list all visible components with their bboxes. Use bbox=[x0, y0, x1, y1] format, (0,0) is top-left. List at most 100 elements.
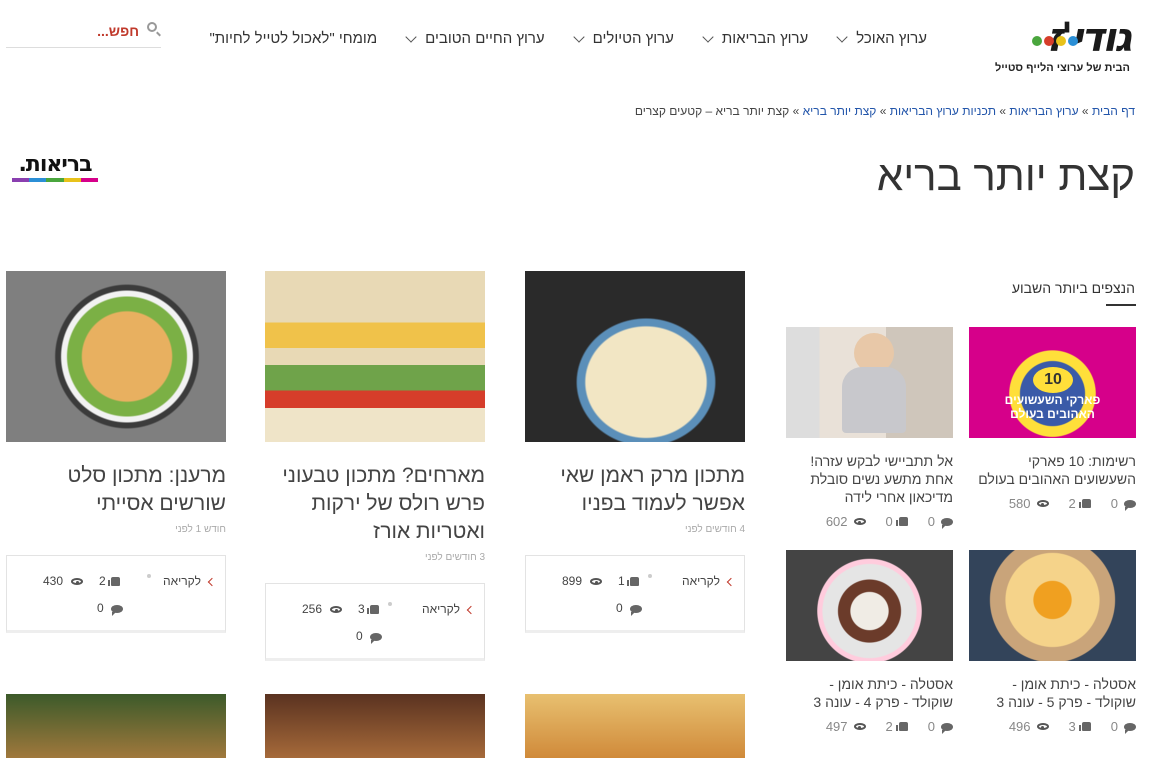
sidebar-item-image[interactable]: 10 פארקי השעשועים האהובים בעולם bbox=[969, 327, 1136, 438]
sidebar-item-image[interactable] bbox=[786, 327, 953, 438]
read-more-link[interactable]: לקריאה bbox=[422, 602, 476, 616]
site-logo[interactable]: גודי'ז הבית של ערוצי הלייף סטייל bbox=[995, 14, 1132, 74]
eye-icon bbox=[590, 578, 602, 585]
read-more-link[interactable]: לקריאה bbox=[682, 574, 736, 588]
thumbs-up-icon[interactable] bbox=[108, 577, 120, 586]
article-card[interactable]: מרענן: מתכון סלט שורשים אסייתי חודש 1 לפ… bbox=[6, 271, 226, 633]
sidebar-item-title[interactable]: רשימות: 10 פארקי השעשועים האהובים בעולם bbox=[969, 452, 1136, 488]
nav-item-experts[interactable]: מומחי "לאכול לטייל לחיות" bbox=[209, 30, 377, 47]
nav-item-label: ערוץ הבריאות bbox=[721, 30, 809, 47]
article-card[interactable]: מארחים? מתכון טבעוני פרש רולס של ירקות ו… bbox=[265, 271, 485, 661]
comments-count: 0 bbox=[927, 514, 935, 529]
sidebar-item-meta: 602 0 0 bbox=[786, 514, 953, 529]
thumbs-up-icon[interactable] bbox=[627, 577, 639, 586]
sidebar-item-title[interactable]: אסטלה - כיתת אומן - שוקולד - פרק 4 - עונ… bbox=[786, 675, 953, 711]
breadcrumb-sep: » bbox=[999, 104, 1007, 118]
comments-count: 0 bbox=[927, 719, 935, 734]
breadcrumb-show[interactable]: קצת יותר בריא bbox=[803, 104, 877, 118]
article-image[interactable] bbox=[525, 271, 745, 442]
logo-dots bbox=[1032, 36, 1078, 46]
breadcrumb-programs[interactable]: תכניות ערוץ הבריאות bbox=[890, 104, 996, 118]
thumbs-up-icon[interactable] bbox=[367, 605, 379, 614]
article-image[interactable] bbox=[265, 271, 485, 442]
main-nav: ערוץ האוכל ערוץ הבריאות ערוץ הטיולים ערו… bbox=[209, 30, 927, 47]
thumbs-up-icon[interactable] bbox=[895, 517, 908, 526]
likes-count: 3 bbox=[358, 602, 365, 616]
logo-tagline: הבית של ערוצי הלייף סטייל bbox=[994, 62, 1130, 74]
nav-item-food[interactable]: ערוץ האוכל bbox=[836, 30, 927, 47]
article-title[interactable]: מרענן: מתכון סלט שורשים אסייתי bbox=[6, 462, 226, 518]
breadcrumb: דף הבית » ערוץ הבריאות » תכניות ערוץ הבר… bbox=[635, 104, 1135, 118]
article-title[interactable]: מתכון מרק ראמן שאי אפשר לעמוד בפניו bbox=[525, 462, 745, 518]
eye-icon bbox=[71, 578, 83, 585]
thumbs-up-icon[interactable] bbox=[1078, 722, 1091, 731]
chevron-down-icon bbox=[702, 30, 714, 43]
article-date: חודש 1 לפני bbox=[175, 524, 226, 535]
breadcrumb-channel[interactable]: ערוץ הבריאות bbox=[1009, 104, 1078, 118]
separator-dot bbox=[147, 574, 151, 578]
views-count: 602 bbox=[825, 514, 848, 529]
chevron-down-icon bbox=[405, 30, 417, 43]
chevron-left-icon bbox=[207, 577, 217, 587]
breadcrumb-current: קצת יותר בריא – קטעים קצרים bbox=[634, 104, 790, 118]
comment-icon bbox=[1124, 722, 1136, 734]
nav-item-health[interactable]: ערוץ הבריאות bbox=[702, 30, 809, 47]
article-image[interactable] bbox=[525, 694, 745, 758]
sidebar-item[interactable]: אל תתביישי לבקש עזרה! אחת מתשע נשים סובל… bbox=[786, 327, 953, 529]
eye-icon bbox=[330, 606, 342, 613]
comment-icon bbox=[111, 605, 123, 616]
separator-dot bbox=[388, 602, 392, 606]
article-image[interactable] bbox=[265, 694, 485, 758]
nav-item-label: מומחי "לאכול לטייל לחיות" bbox=[209, 30, 378, 47]
search-icon[interactable] bbox=[147, 22, 157, 32]
breadcrumb-sep: » bbox=[879, 104, 887, 118]
chevron-left-icon bbox=[466, 605, 476, 615]
likes-count: 2 bbox=[99, 574, 106, 588]
article-date: 3 חודשים לפני bbox=[424, 552, 485, 563]
article-meta-box: לקריאה 256 3 0 bbox=[265, 583, 485, 661]
article-meta-box: לקריאה 899 1 0 bbox=[525, 555, 745, 633]
nav-item-good-life[interactable]: ערוץ החיים הטובים bbox=[405, 30, 545, 47]
sidebar-item-title[interactable]: אסטלה - כיתת אומן - שוקולד - פרק 5 - עונ… bbox=[969, 675, 1136, 711]
comment-icon bbox=[370, 633, 382, 644]
sidebar-item[interactable]: אסטלה - כיתת אומן - שוקולד - פרק 5 - עונ… bbox=[969, 550, 1136, 734]
breadcrumb-sep: » bbox=[792, 104, 800, 118]
search-input[interactable]: חפש... bbox=[6, 14, 161, 48]
comments-count: 0 bbox=[1110, 496, 1118, 511]
article-image[interactable] bbox=[6, 271, 226, 442]
read-more-link[interactable]: לקריאה bbox=[163, 574, 217, 588]
sidebar-item-image[interactable] bbox=[786, 550, 953, 661]
nav-item-label: ערוץ החיים הטובים bbox=[425, 30, 545, 47]
chevron-down-icon bbox=[572, 30, 585, 43]
likes-count: 3 bbox=[1068, 719, 1076, 734]
article-card[interactable]: מתכון מרק ראמן שאי אפשר לעמוד בפניו 4 חו… bbox=[525, 271, 745, 633]
img-caption: פארקי השעשועים האהובים בעולם bbox=[1004, 393, 1101, 421]
read-more-label: לקריאה bbox=[163, 574, 201, 588]
sidebar-item-meta: 580 2 0 bbox=[969, 496, 1136, 511]
separator-dot bbox=[648, 574, 652, 578]
views-count: 256 bbox=[302, 602, 323, 616]
thumbs-up-icon[interactable] bbox=[895, 722, 908, 731]
sidebar-item-title[interactable]: אל תתביישי לבקש עזרה! אחת מתשע נשים סובל… bbox=[786, 452, 953, 506]
comments-count: 0 bbox=[616, 601, 623, 615]
sidebar-item-image[interactable] bbox=[969, 550, 1136, 661]
eye-icon bbox=[853, 518, 866, 525]
views-count: 497 bbox=[825, 719, 848, 734]
views-count: 580 bbox=[1008, 496, 1031, 511]
chevron-left-icon bbox=[726, 577, 736, 587]
article-image[interactable] bbox=[6, 694, 226, 758]
comment-icon bbox=[941, 722, 953, 734]
sidebar-item[interactable]: 10 פארקי השעשועים האהובים בעולם רשימות: … bbox=[969, 327, 1136, 511]
sidebar-item-meta: 496 3 0 bbox=[969, 719, 1136, 734]
article-title[interactable]: מארחים? מתכון טבעוני פרש רולס של ירקות ו… bbox=[265, 462, 485, 546]
sidebar-item[interactable]: אסטלה - כיתת אומן - שוקולד - פרק 4 - עונ… bbox=[786, 550, 953, 734]
sidebar-item-meta: 497 2 0 bbox=[786, 719, 953, 734]
breadcrumb-home[interactable]: דף הבית bbox=[1092, 104, 1135, 118]
nav-item-travel[interactable]: ערוץ הטיולים bbox=[572, 30, 674, 47]
likes-count: 2 bbox=[885, 719, 893, 734]
sidebar-title: הנצפים ביותר השבוע bbox=[1011, 280, 1135, 296]
thumbs-up-icon[interactable] bbox=[1078, 499, 1091, 508]
breadcrumb-sep: » bbox=[1081, 104, 1089, 118]
read-more-label: לקריאה bbox=[682, 574, 720, 588]
eye-icon bbox=[1036, 723, 1049, 730]
